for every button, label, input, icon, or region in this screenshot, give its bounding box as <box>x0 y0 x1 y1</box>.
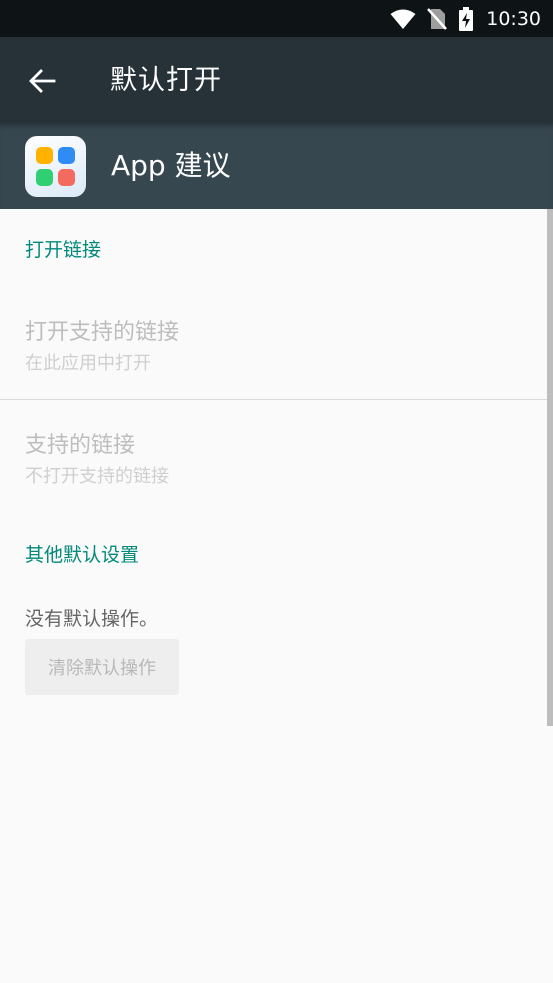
wifi-icon <box>390 9 416 29</box>
arrow-left-icon <box>29 69 56 93</box>
app-name: App 建议 <box>111 149 231 182</box>
pref-title: 支持的链接 <box>25 433 136 458</box>
category-open-links: 打开链接 <box>25 239 102 261</box>
no-sim-icon <box>427 7 448 30</box>
pref-title: 打开支持的链接 <box>25 320 180 345</box>
no-defaults-message: 没有默认操作。 <box>25 608 159 630</box>
settings-list: 打开链接 打开支持的链接 在此应用中打开 支持的链接 不打开支持的链接 其他默认… <box>0 209 553 983</box>
battery-charging-icon <box>459 6 474 31</box>
divider <box>0 399 553 400</box>
clear-defaults-button[interactable]: 清除默认操作 <box>25 639 179 695</box>
pref-summary: 不打开支持的链接 <box>25 466 169 487</box>
app-icon-tile <box>58 147 75 164</box>
app-icon-tile <box>36 147 53 164</box>
status-time: 10:30 <box>486 7 541 30</box>
status-icons: 10:30 <box>390 0 541 37</box>
page-title: 默认打开 <box>110 65 222 96</box>
back-button[interactable] <box>18 57 66 105</box>
app-header: App 建议 <box>0 123 553 209</box>
app-bar: 默认打开 <box>0 37 553 123</box>
status-bar: 10:30 <box>0 0 553 37</box>
category-other-defaults: 其他默认设置 <box>25 544 140 566</box>
pref-summary: 在此应用中打开 <box>25 353 151 374</box>
app-icon-tile <box>36 169 53 186</box>
app-icon-tile <box>58 169 75 186</box>
scrollbar[interactable] <box>547 209 553 726</box>
app-icon <box>25 136 86 197</box>
